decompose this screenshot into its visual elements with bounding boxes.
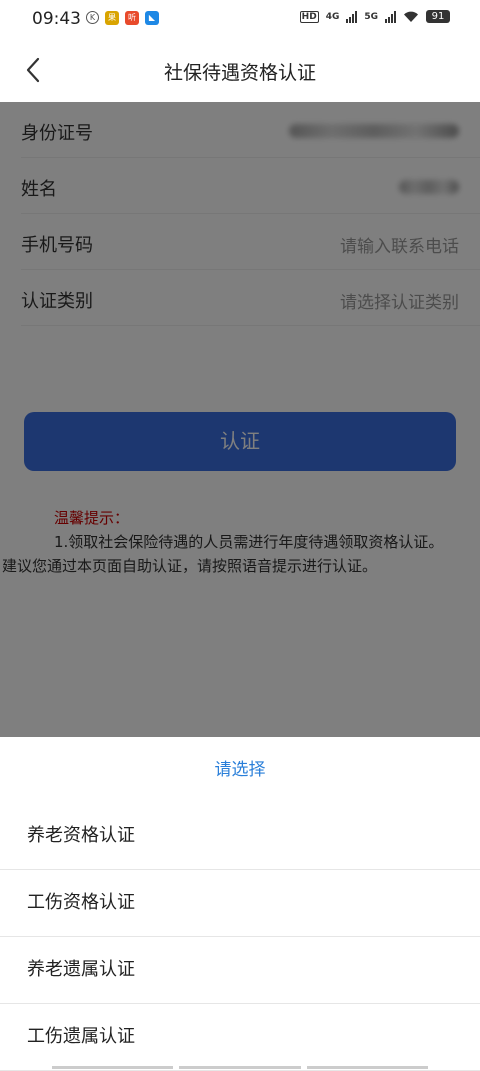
network-4g-label: 4G (325, 11, 340, 22)
option-injury-survivor-cert[interactable]: 工伤遗属认证 (0, 1004, 480, 1071)
option-pension-survivor-cert[interactable]: 养老遗属认证 (0, 937, 480, 1004)
page-title: 社保待遇资格认证 (163, 62, 316, 84)
signal-icon (346, 10, 358, 23)
sheet-title: 请选择 (214, 760, 266, 780)
network-5g-label: 5G (364, 11, 378, 22)
news-app-icon: 果 (105, 11, 119, 25)
hd-indicator: HD (299, 10, 319, 23)
signal-icon-2 (385, 10, 396, 23)
battery-icon: 91 (426, 10, 450, 23)
status-bar: 09:43 K 果 听 ◣ HD 4G 5G 91 (0, 0, 480, 38)
nav-bar: 社保待遇资格认证 (0, 38, 480, 102)
option-pension-cert[interactable]: 养老资格认证 (0, 803, 480, 870)
status-time: 09:43 (32, 9, 81, 29)
gesture-bar (52, 1066, 428, 1069)
modal-overlay[interactable] (0, 102, 480, 737)
listen-app-icon: 听 (125, 11, 139, 25)
wifi-icon (404, 11, 418, 22)
option-injury-cert[interactable]: 工伤资格认证 (0, 870, 480, 937)
select-sheet: 请选择 养老资格认证 工伤资格认证 养老遗属认证 工伤遗属认证 (0, 737, 480, 1071)
bluefish-app-icon: ◣ (145, 11, 159, 25)
k-app-icon: K (86, 11, 99, 24)
